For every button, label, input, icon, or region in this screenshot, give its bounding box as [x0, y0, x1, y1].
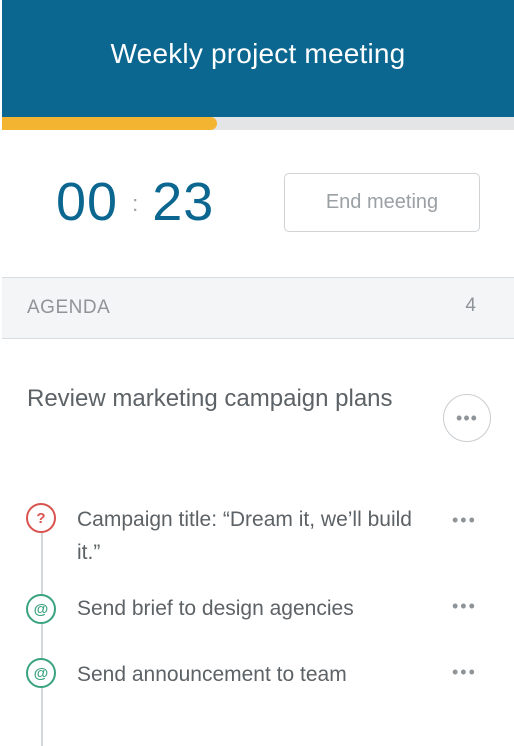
agenda-count: 4	[465, 295, 476, 316]
sub-item-more-button[interactable]: •••	[452, 510, 477, 531]
meeting-progress-fill	[2, 117, 218, 130]
mention-icon: @	[26, 658, 56, 688]
timer-separator: :	[132, 191, 139, 216]
mention-icon: @	[26, 594, 56, 624]
meeting-timer: 00 : 23	[56, 172, 214, 232]
sub-item-text: Send brief to design agencies	[77, 597, 354, 620]
agenda-item-title[interactable]: Review marketing campaign plans	[27, 380, 407, 417]
sub-item-text: Campaign title: “Dream it, we’ll build i…	[77, 508, 412, 564]
question-icon: ?	[26, 503, 56, 533]
timeline-line	[41, 528, 43, 746]
meeting-title: Weekly project meeting	[110, 37, 406, 69]
sub-item-more-button[interactable]: •••	[452, 596, 477, 617]
sub-item-more-button[interactable]: •••	[452, 662, 477, 683]
timer-seconds: 23	[152, 172, 215, 232]
end-meeting-button[interactable]: End meeting	[284, 173, 480, 232]
meeting-progress-bar	[2, 117, 514, 130]
meeting-header: Weekly project meeting	[2, 0, 514, 117]
agenda-header: AGENDA 4	[2, 277, 514, 339]
agenda-label: AGENDA	[27, 297, 111, 318]
more-icon: •••	[456, 407, 478, 428]
timer-minutes: 00	[56, 172, 119, 232]
agenda-item-more-button[interactable]: •••	[443, 394, 491, 442]
sub-item-text: Send announcement to team	[77, 663, 347, 686]
